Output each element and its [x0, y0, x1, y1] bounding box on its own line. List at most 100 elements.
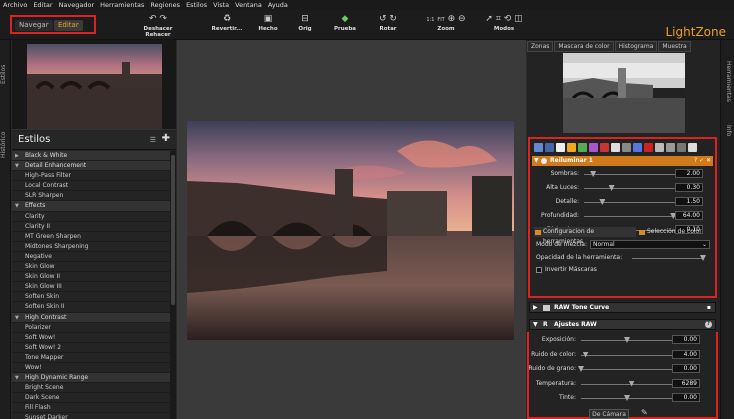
slider-value-input[interactable]: 6289 [672, 378, 700, 388]
browse-mode-button[interactable]: Navegar [15, 20, 53, 31]
tool-icon[interactable] [534, 143, 543, 152]
menu-item[interactable]: Vista [213, 1, 229, 9]
revert-button[interactable]: ♻ Revertir... [210, 12, 244, 32]
tool-icon[interactable] [622, 143, 631, 152]
tool-icon[interactable] [666, 143, 675, 152]
style-item[interactable]: SLR Sharpen [12, 191, 170, 202]
tool-icon[interactable] [589, 143, 598, 152]
style-item[interactable]: Dark Scene [12, 393, 170, 404]
menu-item[interactable]: Navegador [59, 1, 95, 9]
tool-icon[interactable] [545, 143, 554, 152]
raw-adjust-header[interactable]: ▼ R Ajustes RAW ? [529, 319, 716, 330]
slider-value-input[interactable]: 64.00 [675, 211, 703, 220]
tab-tools[interactable]: Herramientas [721, 52, 732, 110]
tool-icon[interactable] [567, 143, 576, 152]
slider-value-input[interactable]: 1.50 [675, 197, 703, 206]
slider-value-input[interactable]: 0.00 [672, 335, 700, 344]
slider-value-input[interactable]: 2.00 [675, 169, 703, 178]
style-category[interactable]: High Dynamic Range [12, 373, 170, 384]
menu-item[interactable]: Ayuda [268, 1, 288, 9]
styles-scrollbar[interactable] [170, 151, 176, 419]
style-category[interactable]: Effects [12, 201, 170, 212]
zone-tab[interactable]: Muestra [658, 41, 691, 52]
from-camera-button[interactable]: De Cámara [589, 409, 629, 419]
menu-item[interactable]: Archivo [3, 1, 27, 9]
tab-styles[interactable]: Estilos [0, 54, 11, 94]
eyedropper-icon[interactable]: ✎ [641, 408, 648, 417]
style-item[interactable]: Wow! [12, 363, 170, 374]
tab-color-selection[interactable]: Selección de color [638, 227, 712, 237]
tool-controls-icons[interactable]: ? ✓ ✕ [694, 157, 711, 164]
style-item[interactable]: Clarity II [12, 222, 170, 232]
rotate-group[interactable]: ↺ ↻ Rotar [374, 12, 402, 32]
style-item[interactable]: Soft Wow! [12, 333, 170, 343]
relight-header[interactable]: ▼ Reiluminar 1 ? ✓ ✕ [532, 156, 713, 166]
style-item[interactable]: MT Green Sharpen [12, 232, 170, 242]
help-icon[interactable]: ? [705, 321, 712, 328]
opacity-slider[interactable] [632, 258, 702, 259]
slider-track[interactable] [581, 369, 673, 370]
slider-track[interactable] [584, 216, 676, 217]
style-category[interactable]: High Contrast [12, 312, 170, 323]
scrollbar-thumb[interactable] [171, 155, 175, 305]
tool-icon[interactable] [677, 143, 686, 152]
slider-value-input[interactable]: 4.00 [672, 349, 700, 359]
menu-item[interactable]: Estilos [186, 1, 207, 9]
zone-tab[interactable]: Zonas [527, 41, 554, 52]
tool-icon[interactable] [556, 143, 565, 152]
style-item[interactable]: Soft Wow! 2 [12, 343, 170, 353]
done-button[interactable]: ▣ Hecho [256, 12, 280, 32]
slider-track[interactable] [581, 354, 673, 356]
style-category[interactable]: Detail Enhancement [12, 161, 170, 172]
slider-value-input[interactable]: 0.30 [675, 183, 703, 192]
zoom-out-icon[interactable]: ⊖ [458, 14, 466, 24]
menu-item[interactable]: Herramientas [100, 1, 144, 9]
style-item[interactable]: Clarity [12, 212, 170, 222]
tool-icon[interactable] [688, 143, 697, 152]
style-item[interactable]: Skin Glow [12, 262, 170, 273]
style-item[interactable]: Bright Scene [12, 383, 170, 394]
style-item[interactable]: Polarizer [12, 323, 170, 333]
tab-history[interactable]: Histórico [0, 125, 11, 165]
style-item[interactable]: Local Contrast [12, 181, 170, 192]
list-view-icon[interactable]: ☰ [150, 136, 156, 144]
collapse-raw-icon[interactable]: ▼ [533, 320, 538, 330]
expand-icon[interactable]: ▶ [533, 303, 538, 313]
menu-item[interactable]: Ventana [235, 1, 262, 9]
zoom-in-icon[interactable]: ⊕ [448, 14, 456, 24]
style-category[interactable]: Black & White [12, 151, 170, 162]
zone-tab[interactable]: Mascara de color [554, 41, 614, 52]
tab-info[interactable]: Info [721, 122, 732, 140]
style-item[interactable]: Skin Glow III [12, 282, 170, 293]
slider-track[interactable] [584, 174, 676, 175]
style-item[interactable]: Soften Skin II [12, 302, 170, 313]
zone-tab[interactable]: Histograma [614, 41, 658, 52]
invert-mask-checkbox[interactable] [536, 267, 542, 273]
zoom-one-button[interactable]: 1:1 [426, 17, 434, 23]
edit-mode-button[interactable]: Editar [54, 20, 83, 31]
proof-button[interactable]: ◆ Prueba [332, 12, 358, 32]
tool-icon[interactable] [578, 143, 587, 152]
tool-icon[interactable] [633, 143, 642, 152]
style-item[interactable]: Fill Flash [12, 403, 170, 414]
tool-icon[interactable] [644, 143, 653, 152]
add-style-icon[interactable]: ✚ [162, 133, 170, 144]
main-photo[interactable] [187, 121, 514, 340]
tone-curve-header[interactable]: ▶ RAW Tone Curve ▪ [529, 302, 716, 313]
undo-redo-group[interactable]: ↶ ↷ Deshacer Rehacer [132, 12, 184, 38]
style-item[interactable]: Negative [12, 252, 170, 263]
zoom-fit-button[interactable]: FIT [437, 17, 444, 23]
style-item[interactable]: Skin Glow II [12, 272, 170, 283]
slider-track[interactable] [581, 383, 673, 385]
tab-tool-config[interactable]: Configuracion de herramientas [534, 227, 636, 245]
menu-item[interactable]: Regiones [150, 1, 180, 9]
slider-value-input[interactable]: 0.00 [672, 393, 700, 402]
style-item[interactable]: Sunset Darker [12, 413, 170, 419]
slider-value-input[interactable]: 0.00 [672, 364, 700, 373]
blend-mode-select[interactable]: Normal ⌄ [590, 240, 710, 249]
slider-track[interactable] [584, 188, 676, 189]
slider-track[interactable] [584, 202, 676, 203]
style-item[interactable]: High-Pass Filter [12, 171, 170, 182]
modes-group[interactable]: ➚ ⌗ ⟲ ◫ Modos [484, 12, 524, 32]
style-item[interactable]: Soften Skin [12, 292, 170, 303]
